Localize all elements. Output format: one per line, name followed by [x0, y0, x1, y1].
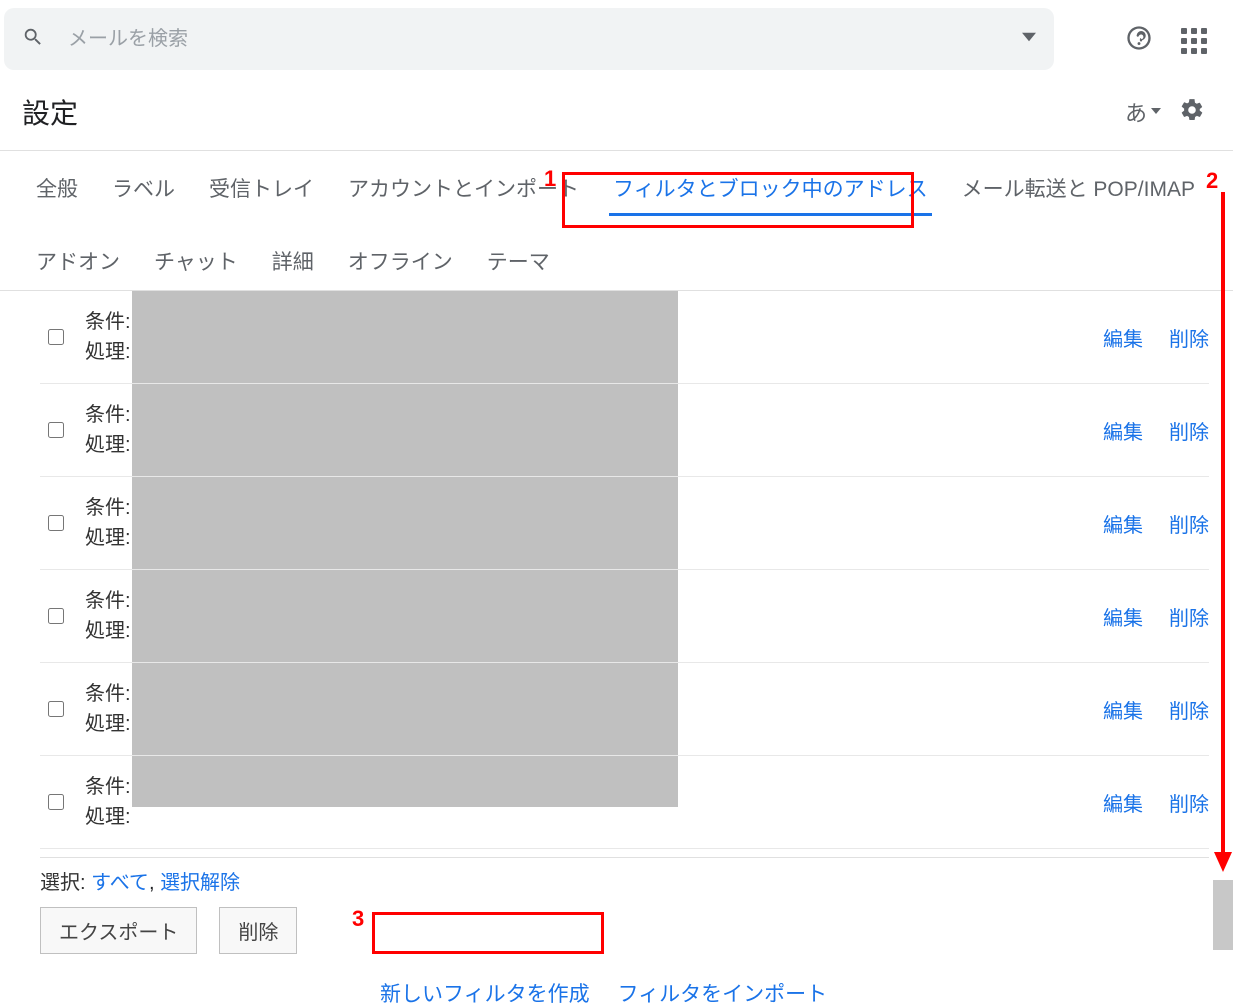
filter-row: 条件: 処理: 編集削除 — [40, 384, 1209, 477]
filter-labels: 条件: 処理: — [85, 402, 145, 458]
filters-list: 条件:処理:編集削除条件:処理:編集削除条件:処理:編集削除条件:処理:編集削除… — [0, 291, 1233, 849]
filter-checkbox[interactable] — [44, 419, 67, 443]
filter-condition-label: 条件: — [85, 402, 145, 428]
filter-edit-link[interactable]: 編集 — [1103, 695, 1143, 724]
filter-action-label: 処理: — [85, 432, 145, 458]
filter-action-label: 処理: — [85, 804, 145, 830]
selection-row: 選択: すべて, 選択解除 — [40, 857, 1209, 895]
filter-action-label: 処理: — [85, 525, 145, 551]
gear-icon[interactable] — [1179, 97, 1205, 128]
select-all-link[interactable]: すべて — [91, 872, 149, 894]
filter-condition-label: 条件: — [85, 588, 145, 614]
search-options-caret-icon[interactable] — [1022, 30, 1036, 49]
filter-checkbox[interactable] — [44, 698, 67, 722]
filter-row: 条件: 処理: 編集削除 — [40, 477, 1209, 570]
page-title: 設定 — [22, 92, 78, 132]
tab-addons[interactable]: アドオン — [32, 240, 124, 286]
tab-forwarding-pop-imap[interactable]: メール転送と POP/IMAP — [958, 167, 1199, 216]
filter-delete-link[interactable]: 削除 — [1169, 602, 1209, 631]
annotation-arrow-2 — [1214, 192, 1232, 877]
help-icon[interactable] — [1125, 24, 1153, 57]
filter-row: 条件: 処理: 編集削除 — [40, 291, 1209, 384]
filter-row: 条件: 処理: 編集削除 — [40, 570, 1209, 663]
filter-checkbox[interactable] — [44, 326, 67, 350]
search-bar[interactable] — [4, 8, 1054, 70]
import-filter-link[interactable]: フィルタをインポート — [618, 978, 828, 1008]
create-filter-link[interactable]: 新しいフィルタを作成 — [380, 978, 590, 1008]
filter-delete-link[interactable]: 削除 — [1169, 695, 1209, 724]
selection-separator: , — [149, 872, 155, 894]
annotation-number-1: 1 — [544, 166, 556, 192]
input-language-indicator[interactable]: あ — [1125, 96, 1147, 128]
select-none-link[interactable]: 選択解除 — [160, 872, 240, 894]
tab-offline[interactable]: オフライン — [344, 240, 457, 286]
language-caret-icon[interactable] — [1151, 103, 1175, 121]
filter-action-label: 処理: — [85, 711, 145, 737]
apps-grid-icon[interactable] — [1181, 28, 1207, 54]
annotation-number-2: 2 — [1206, 168, 1218, 194]
filter-edit-link[interactable]: 編集 — [1103, 602, 1143, 631]
filter-labels: 条件: 処理: — [85, 495, 145, 551]
filter-checkbox[interactable] — [44, 791, 67, 815]
search-input[interactable] — [44, 28, 1022, 51]
filter-delete-link[interactable]: 削除 — [1169, 788, 1209, 817]
settings-tabs: 全般 ラベル 受信トレイ アカウントとインポート フィルタとブロック中のアドレス… — [0, 151, 1233, 291]
filter-action-label: 処理: — [85, 339, 145, 365]
export-button[interactable]: エクスポート — [40, 907, 197, 954]
tab-filters-blocked[interactable]: フィルタとブロック中のアドレス — [609, 167, 932, 216]
filter-condition-label: 条件: — [85, 309, 145, 335]
title-row: 設定 あ — [0, 70, 1233, 151]
annotation-number-3: 3 — [352, 906, 364, 932]
filter-labels: 条件: 処理: — [85, 309, 145, 365]
filter-checkbox[interactable] — [44, 512, 67, 536]
filter-row: 条件: 処理: 編集削除 — [40, 756, 1209, 849]
filter-checkbox[interactable] — [44, 605, 67, 629]
filter-delete-link[interactable]: 削除 — [1169, 509, 1209, 538]
delete-button[interactable]: 削除 — [219, 907, 297, 954]
scrollbar-thumb[interactable] — [1213, 880, 1233, 950]
search-icon — [22, 26, 44, 53]
tab-general[interactable]: 全般 — [32, 167, 82, 216]
tab-labels[interactable]: ラベル — [108, 167, 179, 216]
filter-edit-link[interactable]: 編集 — [1103, 509, 1143, 538]
filter-delete-link[interactable]: 削除 — [1169, 323, 1209, 352]
selection-label: 選択: — [40, 872, 86, 894]
filter-edit-link[interactable]: 編集 — [1103, 788, 1143, 817]
filter-edit-link[interactable]: 編集 — [1103, 323, 1143, 352]
filter-labels: 条件: 処理: — [85, 774, 145, 830]
filter-row: 条件: 処理: 編集削除 — [40, 663, 1209, 756]
tab-themes[interactable]: テーマ — [483, 240, 554, 286]
tab-chat[interactable]: チャット — [150, 240, 242, 286]
filter-labels: 条件: 処理: — [85, 681, 145, 737]
filter-edit-link[interactable]: 編集 — [1103, 416, 1143, 445]
filter-condition-label: 条件: — [85, 774, 145, 800]
filter-labels: 条件: 処理: — [85, 588, 145, 644]
filter-action-label: 処理: — [85, 618, 145, 644]
tab-inbox[interactable]: 受信トレイ — [205, 167, 318, 216]
filter-delete-link[interactable]: 削除 — [1169, 416, 1209, 445]
tab-advanced[interactable]: 詳細 — [268, 240, 318, 286]
filter-condition-label: 条件: — [85, 681, 145, 707]
filter-condition-label: 条件: — [85, 495, 145, 521]
